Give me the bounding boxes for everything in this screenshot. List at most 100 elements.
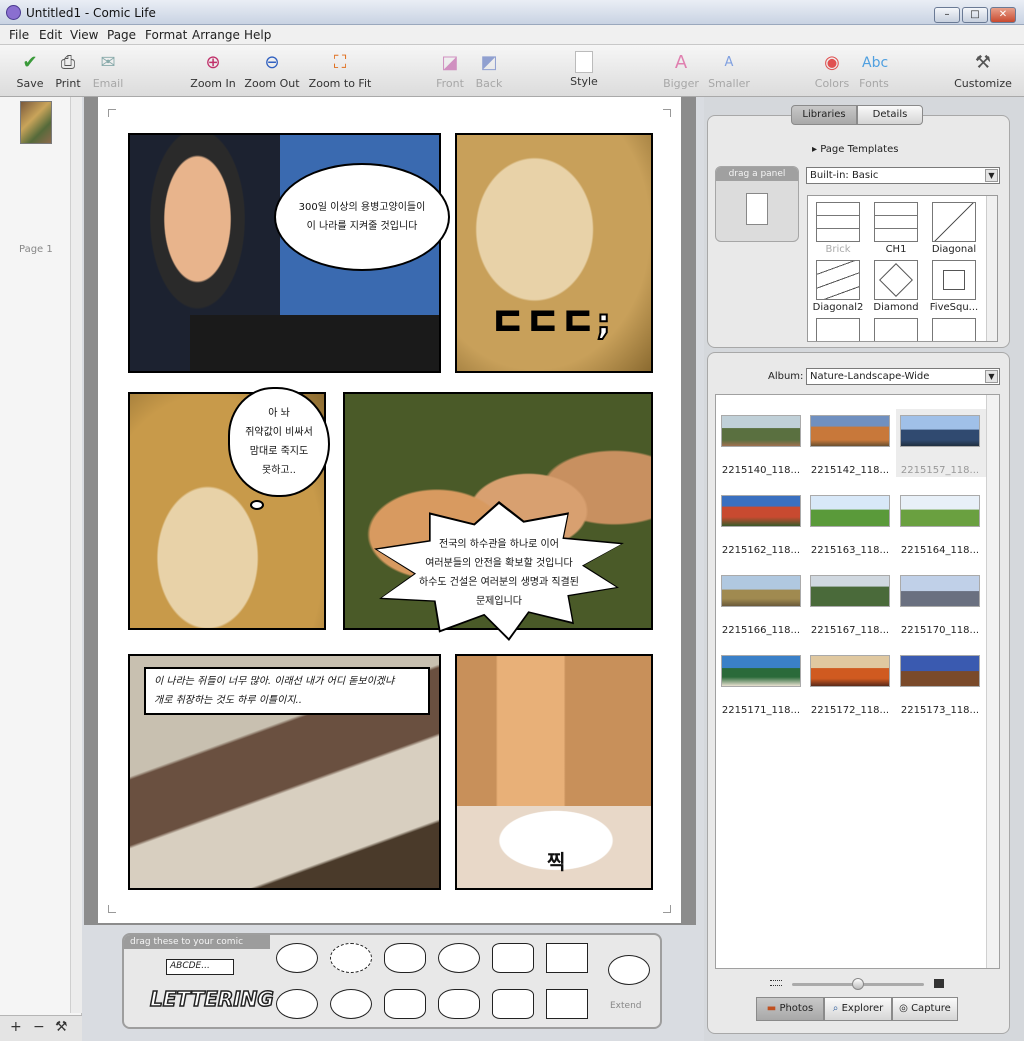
close-button[interactable]: ✕ bbox=[990, 7, 1016, 23]
photo-thumb[interactable] bbox=[721, 495, 801, 527]
tab-details[interactable]: Details bbox=[857, 105, 923, 125]
customize-button[interactable]: ⚒ Customize bbox=[952, 47, 1014, 95]
sound-effect-text: 찍 bbox=[547, 850, 566, 874]
menu-help[interactable]: Help bbox=[240, 27, 275, 43]
page-templates-toggle[interactable]: ▸ Page Templates bbox=[812, 144, 898, 155]
colors-button[interactable]: ◉ Colors bbox=[812, 47, 852, 95]
thought-bubble[interactable]: 아 놔 쥐약값이 비싸서 맘대로 죽지도 못하고.. bbox=[228, 387, 330, 497]
photo-thumb[interactable] bbox=[900, 655, 980, 687]
zoom-out-icon: ⊖ bbox=[264, 52, 280, 73]
thought-balloon-template[interactable] bbox=[384, 943, 426, 973]
zoom-out-button[interactable]: ⊖ Zoom Out bbox=[243, 47, 301, 95]
photo-thumb[interactable] bbox=[810, 655, 890, 687]
tab-libraries[interactable]: Libraries bbox=[791, 105, 857, 125]
app-icon bbox=[6, 5, 21, 20]
balloon-template[interactable] bbox=[384, 989, 426, 1019]
bigger-button[interactable]: A Bigger bbox=[660, 47, 702, 95]
template-diagonal2[interactable] bbox=[816, 260, 860, 300]
speech-bubble-1[interactable]: 300일 이상의 용병고양이들이 이 나라를 지켜줄 것입니다 bbox=[274, 163, 450, 271]
menu-page[interactable]: Page bbox=[103, 27, 140, 43]
large-size-icon bbox=[934, 979, 944, 988]
print-button[interactable]: ⎙ Print bbox=[50, 47, 86, 95]
photo-scrollbar[interactable] bbox=[986, 395, 999, 968]
fonts-button[interactable]: Abc Fonts bbox=[856, 47, 892, 95]
photo-thumb[interactable] bbox=[721, 575, 801, 607]
drag-panel-area[interactable]: drag a panel bbox=[715, 166, 799, 242]
burst-balloon-template[interactable] bbox=[492, 943, 534, 973]
maximize-button[interactable]: □ bbox=[962, 7, 988, 23]
comic-panel-6[interactable]: 찍 bbox=[455, 654, 653, 890]
page-strip-scrollbar[interactable] bbox=[70, 97, 82, 1013]
template-diamond[interactable] bbox=[874, 260, 918, 300]
menu-edit[interactable]: Edit bbox=[35, 27, 66, 43]
template-item[interactable] bbox=[932, 318, 976, 341]
photos-icon: ▬ bbox=[766, 1003, 777, 1014]
disclosure-triangle-icon: ▸ bbox=[812, 144, 818, 155]
template-item[interactable] bbox=[816, 318, 860, 341]
small-size-icon bbox=[770, 980, 782, 986]
balloon-template[interactable] bbox=[438, 943, 480, 973]
balloon-palette: drag these to your comic ABCDE... LETTER… bbox=[122, 933, 662, 1029]
tab-capture[interactable]: ◎ Capture bbox=[892, 997, 958, 1021]
template-item[interactable] bbox=[874, 318, 918, 341]
album-select[interactable]: Nature-Landscape-Wide ▼ bbox=[806, 368, 1000, 385]
email-button[interactable]: ✉ Email bbox=[90, 47, 126, 95]
menu-view[interactable]: View bbox=[66, 27, 102, 43]
chevron-down-icon: ▼ bbox=[985, 169, 998, 182]
balloon-template[interactable] bbox=[276, 943, 318, 973]
photo-thumb[interactable] bbox=[810, 415, 890, 447]
extend-balloon-template[interactable] bbox=[608, 955, 650, 985]
style-button[interactable]: Style bbox=[566, 47, 602, 95]
menu-format[interactable]: Format bbox=[141, 27, 191, 43]
tools-icon: ⚒ bbox=[974, 52, 992, 73]
caption-box[interactable]: 이 나라는 쥐들이 너무 많아. 이래선 내가 어디 돋보이겠냐 개로 취장하는 … bbox=[144, 667, 430, 715]
crop-mark bbox=[108, 905, 116, 913]
photo-thumb[interactable] bbox=[810, 495, 890, 527]
smaller-button[interactable]: A Smaller bbox=[706, 47, 752, 95]
photo-thumb[interactable] bbox=[721, 415, 801, 447]
box-balloon-template[interactable] bbox=[546, 943, 588, 973]
printer-icon: ⎙ bbox=[60, 52, 76, 73]
back-button[interactable]: ◩ Back bbox=[472, 47, 506, 95]
box-balloon-template[interactable] bbox=[546, 989, 588, 1019]
template-diagonal[interactable] bbox=[932, 202, 976, 242]
zoom-in-button[interactable]: ⊕ Zoom In bbox=[188, 47, 238, 95]
photo-thumb[interactable] bbox=[900, 575, 980, 607]
template-set-select[interactable]: Built-in: Basic ▼ bbox=[806, 167, 1000, 184]
template-ch1[interactable] bbox=[874, 202, 918, 242]
page-tools-button[interactable]: ⚒ bbox=[55, 1019, 68, 1035]
lettering-template[interactable]: LETTERING bbox=[149, 986, 274, 1012]
slider-thumb[interactable] bbox=[852, 978, 864, 990]
burst-balloon-template[interactable] bbox=[492, 989, 534, 1019]
caption-template[interactable]: ABCDE... bbox=[166, 959, 234, 975]
template-brick[interactable] bbox=[816, 202, 860, 242]
balloon-template[interactable] bbox=[276, 989, 318, 1019]
tab-photos[interactable]: ▬ Photos bbox=[756, 997, 824, 1021]
balloon-template[interactable] bbox=[330, 989, 372, 1019]
save-button[interactable]: ✔ Save bbox=[12, 47, 48, 95]
front-button[interactable]: ◪ Front bbox=[433, 47, 467, 95]
menu-file[interactable]: File bbox=[5, 27, 33, 43]
page-strip-controls: + − ⚒ bbox=[0, 1015, 82, 1041]
minimize-button[interactable]: – bbox=[934, 7, 960, 23]
photo-thumb[interactable] bbox=[721, 655, 801, 687]
email-icon: ✉ bbox=[100, 52, 116, 73]
remove-page-button[interactable]: − bbox=[33, 1019, 45, 1035]
template-scrollbar[interactable] bbox=[986, 196, 997, 341]
chevron-down-icon: ▼ bbox=[985, 370, 998, 383]
zoom-fit-button[interactable]: ⛶ Zoom to Fit bbox=[306, 47, 374, 95]
page-thumbnail[interactable] bbox=[20, 101, 52, 144]
add-page-button[interactable]: + bbox=[10, 1019, 22, 1035]
balloon-template[interactable] bbox=[438, 989, 480, 1019]
template-fivesquare[interactable] bbox=[932, 260, 976, 300]
menu-arrange[interactable]: Arrange bbox=[188, 27, 244, 43]
send-back-icon: ◩ bbox=[480, 52, 498, 73]
smaller-text-icon: A bbox=[724, 55, 734, 70]
photo-thumb[interactable] bbox=[900, 495, 980, 527]
comic-panel-2[interactable]: ㄷㄷㄷ; bbox=[455, 133, 653, 373]
photo-thumb[interactable] bbox=[900, 415, 980, 447]
camera-icon: ◎ bbox=[899, 1003, 908, 1014]
tab-explorer[interactable]: ⌕ Explorer bbox=[824, 997, 892, 1021]
whisper-balloon-template[interactable] bbox=[330, 943, 372, 973]
photo-thumb[interactable] bbox=[810, 575, 890, 607]
